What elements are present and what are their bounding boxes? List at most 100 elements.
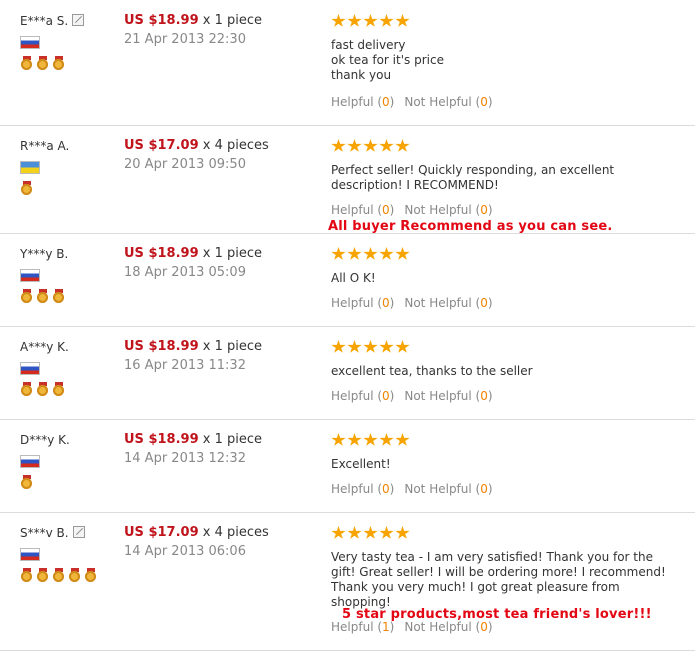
star-icon (395, 247, 410, 260)
helpful-bar: Helpful (0) Not Helpful (0) (331, 389, 493, 403)
helpful-button[interactable]: Helpful (0) (331, 203, 394, 217)
buyer-medals (20, 568, 100, 582)
star-icon (395, 340, 410, 353)
medal-icon (52, 289, 66, 303)
review-row: S***v B. US $17.09 x 4 pieces 14 Apr 201… (0, 512, 695, 651)
buyer-name[interactable]: Y***y B. (20, 247, 68, 261)
helpful-button[interactable]: Helpful (0) (331, 95, 394, 109)
not-helpful-count: 0 (480, 482, 488, 496)
star-icon (331, 340, 346, 353)
buyer-name-label[interactable]: A***y K. (20, 340, 69, 354)
star-icon (379, 139, 394, 152)
star-icon (395, 14, 410, 27)
review-text: Perfect seller! Quickly responding, an e… (331, 163, 681, 193)
review-text: fast delivery ok tea for it's price thank … (331, 38, 681, 83)
star-rating (331, 247, 411, 261)
buyer-name-label[interactable]: D***y K. (20, 433, 70, 447)
helpful-label[interactable]: Helpful (331, 296, 374, 310)
star-icon (363, 139, 378, 152)
buyer-name[interactable]: S***v B. (20, 526, 85, 540)
not-helpful-label[interactable]: Not Helpful (404, 296, 471, 310)
medal-icon (52, 382, 66, 396)
helpful-button[interactable]: Helpful (0) (331, 389, 394, 403)
medal-icon (20, 568, 34, 582)
star-icon (363, 433, 378, 446)
review-row: A***y K. US $18.99 x 1 piece 16 Apr 2013… (0, 326, 695, 420)
order-quantity: x 1 piece (202, 432, 263, 447)
order-quantity: x 4 pieces (202, 525, 269, 540)
not-helpful-label[interactable]: Not Helpful (404, 203, 471, 217)
russia-flag (20, 36, 40, 49)
star-icon (347, 340, 362, 353)
review-text: Very tasty tea - I am very satisfied! Th… (331, 550, 681, 610)
helpful-label[interactable]: Helpful (331, 389, 374, 403)
order-quantity: x 4 pieces (202, 138, 269, 153)
star-icon (363, 340, 378, 353)
medal-icon (52, 56, 66, 70)
buyer-name-label[interactable]: E***a S. (20, 14, 68, 28)
helpful-label[interactable]: Helpful (331, 620, 374, 634)
buyer-medals (20, 289, 68, 303)
star-icon (347, 526, 362, 539)
star-icon (331, 433, 346, 446)
buyer-name[interactable]: D***y K. (20, 433, 70, 447)
helpful-bar: Helpful (0) Not Helpful (0) (331, 482, 493, 496)
not-helpful-button[interactable]: Not Helpful (0) (404, 482, 492, 496)
not-helpful-label[interactable]: Not Helpful (404, 620, 471, 634)
review-text-line: ok tea for it's price (331, 53, 444, 67)
medal-icon (52, 568, 66, 582)
helpful-bar: Helpful (0) Not Helpful (0) (331, 203, 493, 217)
not-helpful-button[interactable]: Not Helpful (0) (404, 296, 492, 310)
review-row: E***a S. US $18.99 x 1 piece 21 Apr 2013… (0, 0, 695, 126)
buyer-name[interactable]: E***a S. (20, 14, 85, 28)
buyer-name[interactable]: R***a A. (20, 139, 69, 153)
star-icon (331, 247, 346, 260)
not-helpful-label[interactable]: Not Helpful (404, 389, 471, 403)
star-icon (363, 247, 378, 260)
helpful-label[interactable]: Helpful (331, 482, 374, 496)
order-price: US $18.99 (124, 246, 199, 261)
helpful-count: 0 (382, 95, 390, 109)
medal-icon (20, 181, 34, 195)
not-helpful-button[interactable]: Not Helpful (0) (404, 203, 492, 217)
review-date: 18 Apr 2013 05:09 (124, 265, 246, 280)
star-icon (331, 14, 346, 27)
star-icon (347, 433, 362, 446)
helpful-button[interactable]: Helpful (0) (331, 482, 394, 496)
medal-icon (36, 568, 50, 582)
medal-icon (20, 56, 34, 70)
buyer-name-label[interactable]: Y***y B. (20, 247, 68, 261)
not-helpful-button[interactable]: Not Helpful (0) (404, 389, 492, 403)
review-text-line: description! I RECOMMEND! (331, 178, 499, 192)
buyer-name-label[interactable]: R***a A. (20, 139, 69, 153)
helpful-count: 1 (382, 620, 390, 634)
not-helpful-label[interactable]: Not Helpful (404, 95, 471, 109)
not-helpful-button[interactable]: Not Helpful (0) (404, 95, 492, 109)
helpful-button[interactable]: Helpful (0) (331, 296, 394, 310)
russia-flag (20, 548, 40, 561)
helpful-button[interactable]: Helpful (1) (331, 620, 394, 634)
not-helpful-count: 0 (480, 620, 488, 634)
russia-flag (20, 362, 40, 375)
review-date: 16 Apr 2013 11:32 (124, 358, 246, 373)
order-info: US $18.99 x 1 piece (124, 339, 262, 354)
not-helpful-button[interactable]: Not Helpful (0) (404, 620, 492, 634)
helpful-label[interactable]: Helpful (331, 95, 374, 109)
star-icon (363, 14, 378, 27)
review-text: All O K! (331, 271, 681, 286)
medal-icon (84, 568, 98, 582)
russia-flag (20, 269, 40, 282)
order-price: US $18.99 (124, 432, 199, 447)
order-info: US $17.09 x 4 pieces (124, 525, 269, 540)
edit-icon (72, 14, 85, 26)
helpful-label[interactable]: Helpful (331, 203, 374, 217)
star-icon (347, 14, 362, 27)
not-helpful-label[interactable]: Not Helpful (404, 482, 471, 496)
star-icon (347, 247, 362, 260)
not-helpful-count: 0 (480, 95, 488, 109)
buyer-name[interactable]: A***y K. (20, 340, 69, 354)
buyer-name-label[interactable]: S***v B. (20, 526, 69, 540)
helpful-count: 0 (382, 389, 390, 403)
medal-icon (20, 382, 34, 396)
review-text: excellent tea, thanks to the seller (331, 364, 681, 379)
